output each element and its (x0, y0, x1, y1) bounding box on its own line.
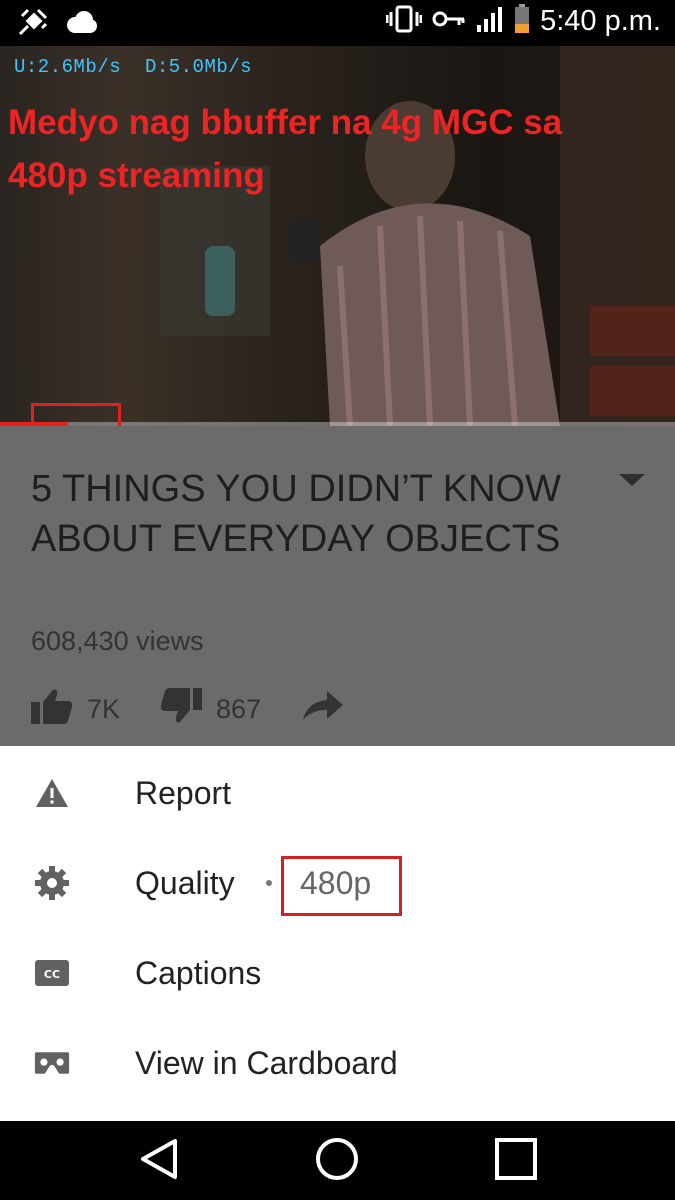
closed-captions-icon: CC (34, 955, 70, 991)
share-arrow-icon (301, 691, 344, 728)
cloud-icon (64, 10, 98, 39)
action-row: 7K 867 (31, 688, 383, 731)
menu-item-report[interactable]: Report (0, 748, 675, 838)
expand-chevron-icon[interactable] (619, 474, 645, 486)
menu-label-cardboard: View in Cardboard (135, 1044, 398, 1081)
menu-item-captions[interactable]: CC Captions (0, 928, 675, 1018)
thumbs-down-icon (160, 688, 203, 731)
share-button[interactable] (301, 691, 344, 728)
thumbs-up-icon (31, 688, 73, 731)
video-player[interactable]: U:2.6Mb/s D:5.0Mb/s Medyo nag bbuffer na… (0, 46, 675, 426)
back-triangle-icon (139, 1138, 179, 1185)
vpn-key-icon (432, 9, 466, 34)
battery-icon (514, 4, 530, 39)
vibrate-icon (385, 4, 423, 39)
recents-button[interactable] (494, 1137, 538, 1185)
network-speed-readout: U:2.6Mb/s D:5.0Mb/s (14, 56, 252, 78)
download-speed: D:5.0Mb/s (144, 56, 253, 78)
options-bottom-sheet: Report Quality 480p CC Captions View in … (0, 746, 675, 1121)
dislike-count: 867 (216, 694, 262, 724)
recents-square-icon (495, 1137, 537, 1185)
back-button[interactable] (137, 1138, 181, 1185)
svg-text:CC: CC (44, 968, 60, 981)
warning-icon (34, 775, 70, 811)
view-count: 608,430 views (31, 626, 204, 656)
status-bar: 5:40 p.m. (0, 0, 675, 46)
like-count: 7K (87, 694, 121, 724)
signal-icon (476, 5, 504, 38)
menu-label-captions: Captions (135, 954, 262, 991)
quality-highlight-box (281, 856, 402, 916)
menu-label-report: Report (135, 774, 232, 811)
menu-label-quality: Quality (135, 864, 235, 901)
annotation-caption: Medyo nag bbuffer na 4g MGC sa 480p stre… (8, 103, 563, 195)
clock: 5:40 p.m. (540, 5, 661, 37)
satellite-icon (16, 6, 50, 43)
video-info-panel: 5 THINGS YOU DIDN’T KNOW ABOUT EVERYDAY … (0, 426, 675, 746)
video-title: 5 THINGS YOU DIDN’T KNOW ABOUT EVERYDAY … (31, 468, 561, 560)
navigation-bar (0, 1121, 675, 1200)
menu-item-cardboard[interactable]: View in Cardboard (0, 1018, 675, 1108)
home-circle-icon (315, 1137, 359, 1186)
dislike-button[interactable]: 867 (160, 688, 261, 731)
cardboard-vr-icon (34, 1045, 70, 1081)
separator-dot (266, 880, 272, 886)
like-button[interactable]: 7K (31, 688, 120, 731)
home-button[interactable] (315, 1137, 359, 1186)
gear-icon (34, 865, 70, 901)
upload-speed: U:2.6Mb/s (14, 56, 122, 78)
